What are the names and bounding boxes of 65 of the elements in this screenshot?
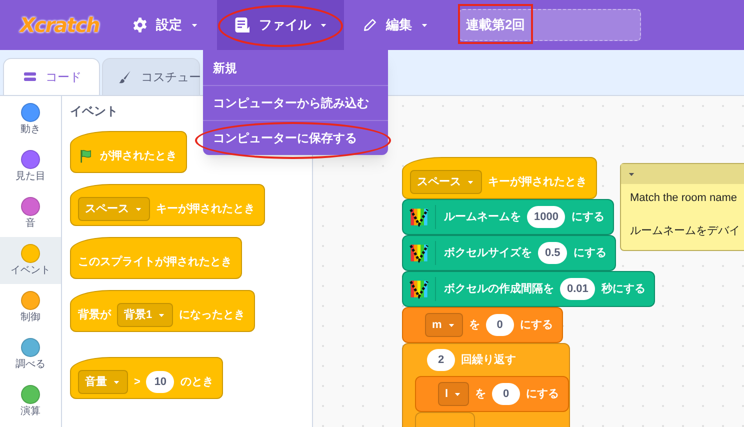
category-item[interactable]: 制御 <box>0 284 61 331</box>
block-label: にする <box>573 246 606 261</box>
document-icon <box>233 16 251 34</box>
number-input[interactable]: 0.5 <box>538 242 568 264</box>
block-label: になったとき <box>179 308 246 323</box>
block-label: を <box>468 318 480 333</box>
menu-item[interactable]: コンピューターから読み込む <box>203 85 388 120</box>
block-label: にする <box>526 386 560 402</box>
menu-item[interactable]: コンピューターに保存する <box>203 120 388 155</box>
variable-block[interactable]: l を 0 にする <box>415 376 570 412</box>
extension-block[interactable]: ボクセルサイズを 0.5 にする <box>402 235 616 271</box>
pencil-icon <box>362 17 378 33</box>
extension-block[interactable]: ボクセルの作成間隔を 0.01 秒にする <box>402 271 656 307</box>
menu-button[interactable]: 設定 <box>116 0 215 50</box>
block-label: このスプライトが押されたとき <box>78 254 232 270</box>
variable-block[interactable]: m を 0 にする <box>402 307 563 343</box>
category-item[interactable]: 演算 <box>0 378 61 425</box>
number-input[interactable]: 2 <box>427 349 455 371</box>
number-input[interactable]: 0 <box>486 314 514 336</box>
category-label: 音 <box>26 218 36 230</box>
category-label: 調べる <box>16 359 46 371</box>
block-label: ルームネームを <box>444 210 521 225</box>
block-label: が押されたとき <box>100 148 177 164</box>
menu-item[interactable]: 新規 <box>203 50 388 85</box>
project-title-text: 連載第2回 <box>466 15 526 35</box>
block-label: ボクセルサイズを <box>444 246 532 261</box>
number-input[interactable]: 1000 <box>527 206 566 228</box>
block-label: 秒にする <box>601 282 646 297</box>
block-label: にする <box>571 210 604 225</box>
tab[interactable]: コスチュー <box>102 58 200 95</box>
hat-block[interactable]: 音量 > 10 のとき <box>70 357 224 399</box>
number-input[interactable]: 0.01 <box>560 278 596 300</box>
brush-icon <box>117 69 133 85</box>
flag-icon <box>78 148 94 164</box>
category-label: 見た目 <box>16 171 46 183</box>
block-label: を <box>475 386 486 402</box>
category-item[interactable]: 見た目 <box>0 143 61 190</box>
comment-text: Match the room name <box>630 191 737 206</box>
block-label: 回繰り返す <box>461 352 516 368</box>
category-item[interactable]: 音 <box>0 190 61 237</box>
block-label: ボクセルの作成間隔を <box>444 282 554 297</box>
gear-icon <box>132 17 148 33</box>
category-label: 制御 <box>20 312 40 324</box>
block-label: にする <box>520 318 553 333</box>
block-label: キーが押されたとき <box>488 174 587 190</box>
comment-text: ルームネームをデバイ <box>630 224 740 238</box>
block-label: のとき <box>180 374 214 390</box>
number-input[interactable]: 0 <box>492 383 520 405</box>
block-label: > <box>134 374 140 390</box>
category-label: イベント <box>10 265 50 277</box>
number-input[interactable]: 10 <box>146 371 174 393</box>
category-item[interactable]: 調べる <box>0 331 61 378</box>
palette-heading: イベント <box>70 103 118 120</box>
repeat-block[interactable]: 2 回繰り返す l を 0 にする <box>402 343 570 427</box>
category-item[interactable]: イベント <box>0 237 61 284</box>
category-label: 演算 <box>20 406 40 418</box>
block-label: 背景が <box>78 308 111 323</box>
extension-block[interactable]: ルームネームを 1000 にする <box>402 199 614 235</box>
menu-button[interactable]: 編集 <box>346 0 445 50</box>
category-label: 動き <box>20 124 40 136</box>
block-label: キーが押されたとき <box>156 202 255 217</box>
tab[interactable]: コード <box>3 58 100 95</box>
comment-note[interactable]: Match the room name ルームネームをデバイ <box>620 163 744 251</box>
category-item[interactable]: 動き <box>0 96 61 143</box>
menu-button[interactable]: ファイル <box>217 0 344 50</box>
